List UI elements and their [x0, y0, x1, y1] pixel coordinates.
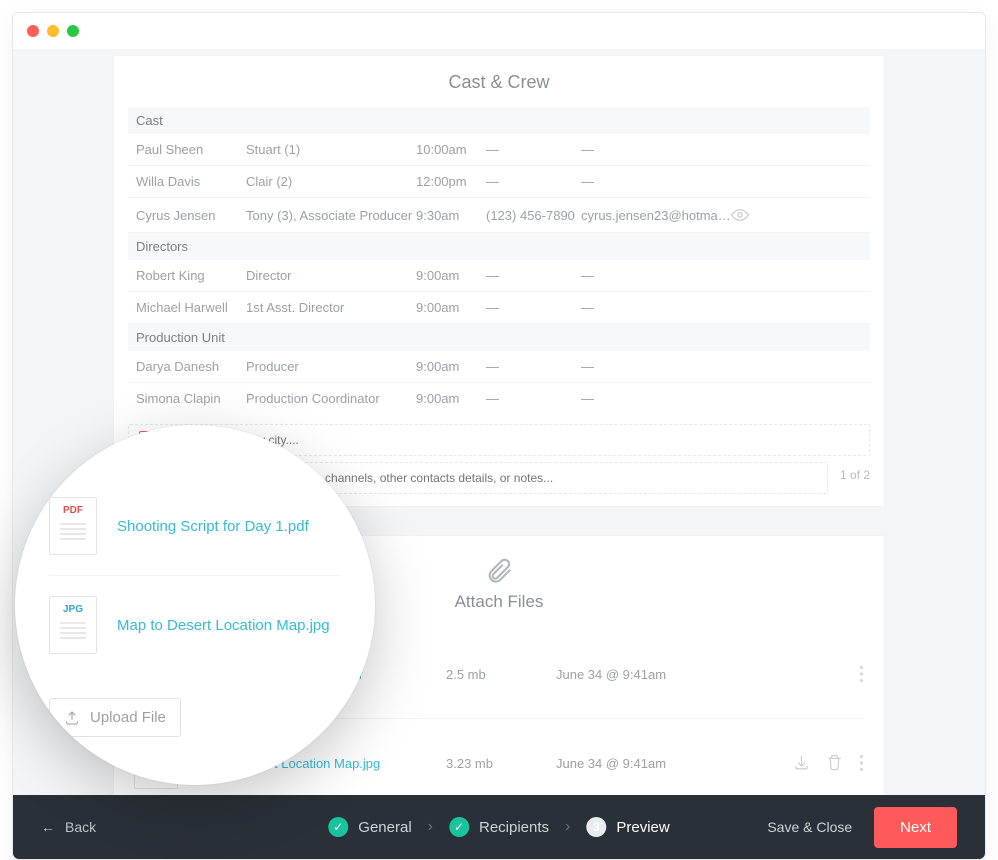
cell-time: 9:00am — [416, 300, 486, 315]
wizard-steps: ✓ General › ✓ Recipients › 3 Preview — [328, 817, 669, 837]
cell-email: — — [581, 174, 731, 189]
cast-crew-table: CastPaul SheenStuart (1)10:00am——Willa D… — [128, 107, 870, 414]
cell-time: 12:00pm — [416, 174, 486, 189]
table-row[interactable]: Darya DaneshProducer9:00am—— — [128, 351, 870, 383]
cell-name: Darya Danesh — [136, 359, 246, 374]
window-minimize-dot[interactable] — [47, 25, 59, 37]
cell-phone: — — [486, 300, 581, 315]
wizard-step[interactable]: 3 Preview — [586, 817, 669, 837]
zoom-file-row: PDF Shooting Script for Day 1.pdf — [49, 477, 341, 576]
step-label: Preview — [616, 819, 669, 836]
cell-phone: — — [486, 142, 581, 157]
titlebar — [13, 13, 985, 49]
table-row[interactable]: Michael Harwell1st Asst. Director9:00am—… — [128, 292, 870, 324]
group-header: Cast — [128, 107, 870, 134]
back-label: Back — [65, 819, 96, 835]
file-thumbnail: JPG — [49, 596, 97, 654]
cell-time: 9:00am — [416, 359, 486, 374]
cell-role: Production Coordinator — [246, 391, 416, 406]
file-thumbnail: PDF — [49, 497, 97, 555]
cell-time: 9:00am — [416, 391, 486, 406]
back-button[interactable]: ← Back — [41, 819, 96, 835]
cell-phone: — — [486, 359, 581, 374]
cell-role: Director — [246, 268, 416, 283]
table-row[interactable]: Simona ClapinProduction Coordinator9:00a… — [128, 383, 870, 414]
more-icon[interactable] — [859, 754, 864, 772]
table-row[interactable]: Willa DavisClair (2)12:00pm—— — [128, 166, 870, 198]
cast-crew-title: Cast & Crew — [128, 56, 870, 107]
cell-email: — — [581, 142, 731, 157]
page-indicator: 1 of 2 — [828, 468, 870, 482]
file-size: 2.5 mb — [446, 667, 556, 682]
wizard-step[interactable]: ✓ Recipients — [449, 817, 549, 837]
window-close-dot[interactable] — [27, 25, 39, 37]
cell-role: Producer — [246, 359, 416, 374]
cell-name: Paul Sheen — [136, 142, 246, 157]
wizard-footer: ← Back ✓ General › ✓ Recipients › 3 Preview Sav… — [13, 795, 985, 859]
arrow-left-icon: ← — [41, 819, 55, 835]
table-row[interactable]: Cyrus JensenTony (3), Associate Producer… — [128, 198, 870, 233]
cell-role: Clair (2) — [246, 174, 416, 189]
cell-email: cyrus.jensen23@hotmail... — [581, 208, 731, 223]
chevron-right-icon: › — [565, 818, 570, 836]
file-ext-label: PDF — [63, 505, 83, 516]
more-icon[interactable] — [859, 665, 864, 683]
cell-phone: — — [486, 174, 581, 189]
zoom-lens-overlay: PDF Shooting Script for Day 1.pdf JPG Map t… — [15, 425, 375, 785]
download-icon[interactable] — [793, 754, 810, 772]
cell-name: Willa Davis — [136, 174, 246, 189]
step-number-badge: 3 — [586, 817, 606, 837]
cell-time: 9:00am — [416, 268, 486, 283]
upload-icon — [64, 710, 80, 726]
cell-phone: — — [486, 268, 581, 283]
zoom-upload-file-button[interactable]: Upload File — [49, 698, 181, 737]
check-icon: ✓ — [328, 817, 348, 837]
cell-time: 9:30am — [416, 208, 486, 223]
zoom-file-name: Map to Desert Location Map.jpg — [117, 617, 330, 634]
cell-role: Tony (3), Associate Producer — [246, 208, 416, 223]
zoom-file-name: Shooting Script for Day 1.pdf — [117, 518, 309, 535]
row-visibility-icon[interactable] — [731, 206, 761, 224]
cell-name: Cyrus Jensen — [136, 208, 246, 223]
save-close-button[interactable]: Save & Close — [767, 819, 852, 835]
cell-name: Michael Harwell — [136, 300, 246, 315]
cell-email: — — [581, 391, 731, 406]
step-label: Recipients — [479, 819, 549, 836]
next-button[interactable]: Next — [874, 807, 957, 848]
file-date: June 34 @ 9:41am — [556, 667, 726, 682]
cell-role: 1st Asst. Director — [246, 300, 416, 315]
zoom-file-row: JPG Map to Desert Location Map.jpg — [49, 576, 341, 674]
cell-email: — — [581, 300, 731, 315]
cell-time: 10:00am — [416, 142, 486, 157]
file-date: June 34 @ 9:41am — [556, 756, 726, 771]
zoom-upload-label: Upload File — [90, 709, 166, 726]
cell-email: — — [581, 359, 731, 374]
chevron-right-icon: › — [428, 818, 433, 836]
file-ext-label: JPG — [63, 604, 83, 615]
table-row[interactable]: Robert KingDirector9:00am—— — [128, 260, 870, 292]
check-icon: ✓ — [449, 817, 469, 837]
table-row[interactable]: Paul SheenStuart (1)10:00am—— — [128, 134, 870, 166]
file-size: 3.23 mb — [446, 756, 556, 771]
cell-phone: (123) 456-7890 — [486, 208, 581, 223]
window-zoom-dot[interactable] — [67, 25, 79, 37]
group-header: Directors — [128, 233, 870, 260]
wizard-step[interactable]: ✓ General — [328, 817, 411, 837]
delete-icon[interactable] — [826, 754, 843, 772]
step-label: General — [358, 819, 411, 836]
group-header: Production Unit — [128, 324, 870, 351]
cell-role: Stuart (1) — [246, 142, 416, 157]
cell-email: — — [581, 268, 731, 283]
cell-name: Robert King — [136, 268, 246, 283]
cell-name: Simona Clapin — [136, 391, 246, 406]
cell-phone: — — [486, 391, 581, 406]
